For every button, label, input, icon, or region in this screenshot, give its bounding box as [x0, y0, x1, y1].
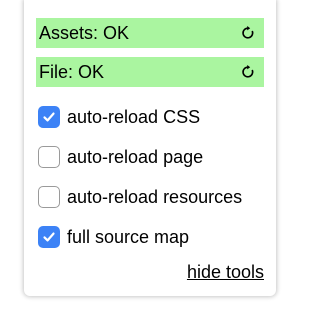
checkmark-icon [43, 112, 55, 122]
option-auto-reload-page[interactable]: auto-reload page [38, 144, 203, 170]
auto-reload-css-checkbox[interactable] [38, 106, 60, 128]
option-full-source-map[interactable]: full source map [38, 224, 189, 250]
option-label: full source map [67, 226, 190, 247]
file-status: File: OK [36, 57, 264, 87]
full-source-map-checkbox[interactable] [38, 226, 60, 248]
option-label: auto-reload page [67, 146, 204, 167]
auto-reload-resources-checkbox[interactable] [38, 186, 60, 208]
option-label: auto-reload CSS [67, 106, 201, 127]
option-auto-reload-css[interactable]: auto-reload CSS [38, 104, 200, 130]
option-auto-reload-resources[interactable]: auto-reload resources [38, 184, 242, 210]
auto-reload-page-checkbox[interactable] [38, 146, 60, 168]
assets-status-label: Assets: OK [39, 22, 130, 43]
option-label: auto-reload resources [67, 186, 243, 207]
checkmark-icon [43, 232, 55, 242]
hide-tools-link[interactable]: hide tools [187, 262, 264, 283]
reload-icon[interactable] [240, 25, 256, 41]
assets-status: Assets: OK [36, 18, 264, 48]
file-status-label: File: OK [39, 61, 105, 82]
dev-tools-panel: Assets: OK File: OK auto-reload CSS auto… [24, 0, 276, 296]
reload-icon[interactable] [240, 64, 256, 80]
